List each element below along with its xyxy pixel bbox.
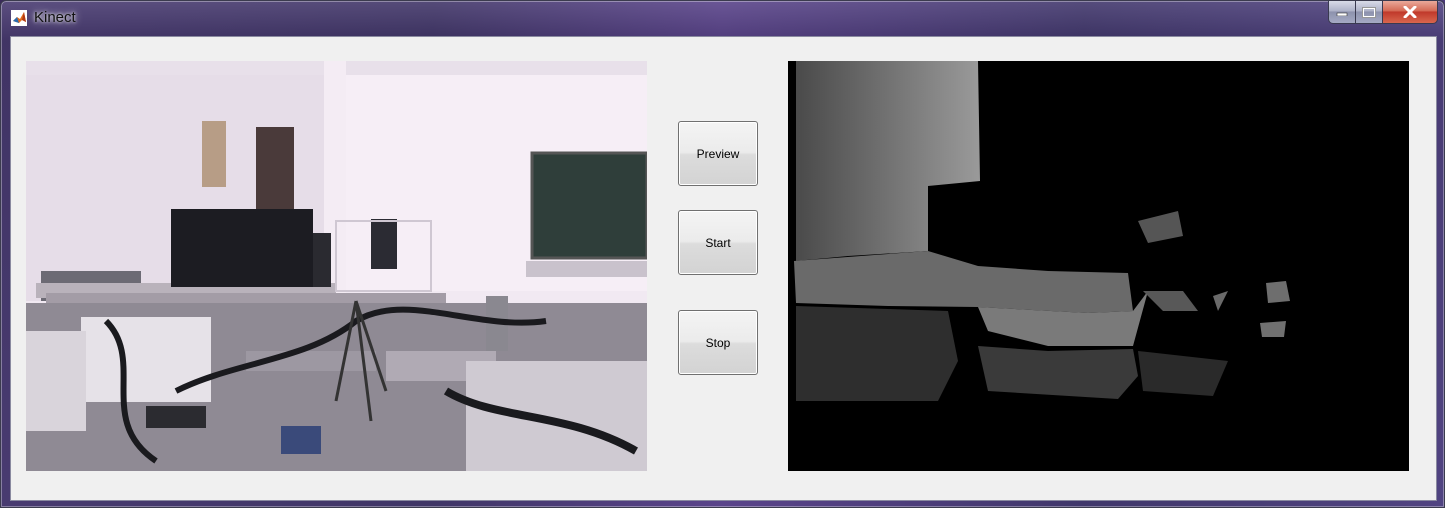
minimize-button[interactable] [1328, 1, 1356, 24]
app-window: Kinect Preview Start Stop [0, 0, 1445, 508]
preview-button[interactable]: Preview [678, 121, 758, 186]
depth-camera-view [788, 61, 1409, 471]
close-icon [1403, 6, 1417, 18]
maximize-icon [1362, 6, 1376, 18]
maximize-button[interactable] [1356, 1, 1383, 24]
close-button[interactable] [1383, 1, 1438, 24]
window-title: Kinect [34, 9, 76, 26]
caption-buttons [1328, 1, 1438, 24]
rgb-camera-view [26, 61, 647, 471]
title-bar[interactable]: Kinect [1, 1, 1444, 35]
minimize-icon [1336, 8, 1348, 16]
stop-button[interactable]: Stop [678, 310, 758, 375]
matlab-logo-icon [11, 10, 27, 26]
figure-client-area: Preview Start Stop [10, 36, 1437, 501]
start-button[interactable]: Start [678, 210, 758, 275]
